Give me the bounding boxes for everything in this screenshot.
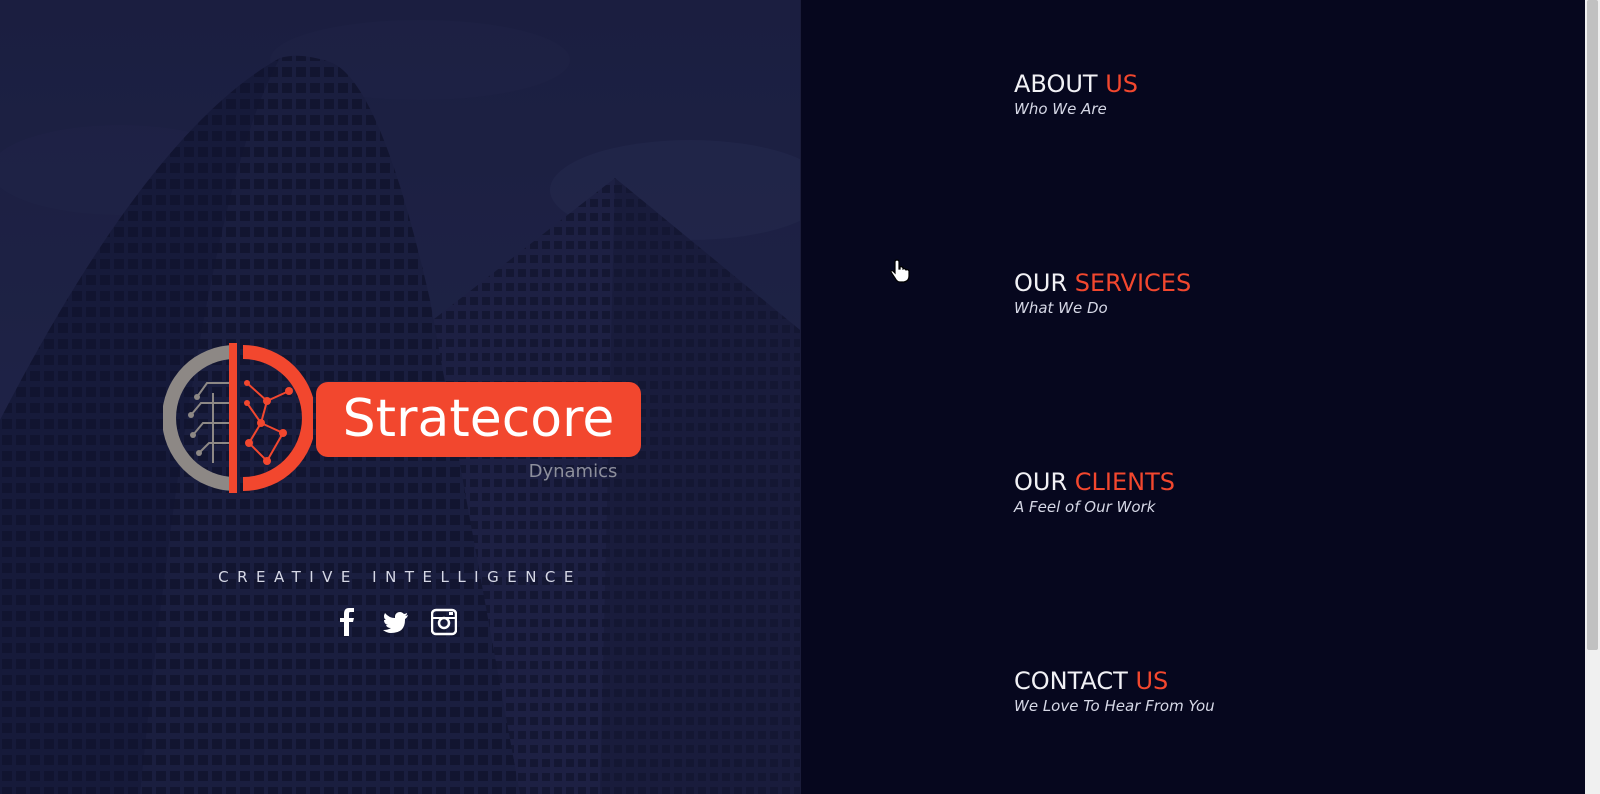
hand-cursor-icon bbox=[890, 259, 910, 283]
menu-item-subtitle: We Love To Hear From You bbox=[1014, 697, 1215, 715]
logo[interactable]: Stratecore Dynamics bbox=[163, 343, 643, 493]
menu-item-about[interactable]: ABOUT US Who We Are bbox=[1014, 70, 1138, 118]
menu-item-services[interactable]: OUR SERVICES What We Do bbox=[1014, 269, 1191, 317]
menu-item-clients[interactable]: OUR CLIENTS A Feel of Our Work bbox=[1014, 468, 1175, 516]
twitter-icon[interactable] bbox=[383, 608, 409, 636]
social-links bbox=[335, 605, 458, 639]
instagram-icon[interactable] bbox=[430, 608, 458, 636]
facebook-icon[interactable] bbox=[335, 608, 361, 636]
scrollbar[interactable] bbox=[1585, 0, 1600, 794]
logo-wordmark: Stratecore bbox=[316, 382, 641, 457]
hero-panel: Stratecore Dynamics CREATIVE INTELLIGENC… bbox=[0, 0, 800, 794]
scrollbar-thumb[interactable] bbox=[1587, 0, 1598, 650]
logo-mark-icon bbox=[163, 343, 313, 493]
tagline: CREATIVE INTELLIGENCE bbox=[218, 568, 582, 586]
menu-item-contact[interactable]: CONTACT US We Love To Hear From You bbox=[1014, 667, 1215, 715]
menu-item-title: OUR SERVICES bbox=[1014, 269, 1192, 297]
nav-menu: ABOUT US Who We Are OUR SERVICES What We… bbox=[801, 0, 1585, 794]
menu-item-title: ABOUT US bbox=[1014, 70, 1139, 98]
menu-item-subtitle: What We Do bbox=[1014, 299, 1108, 317]
menu-item-title: CONTACT US bbox=[1014, 667, 1169, 695]
menu-item-subtitle: Who We Are bbox=[1014, 100, 1107, 118]
page: Stratecore Dynamics CREATIVE INTELLIGENC… bbox=[0, 0, 1600, 794]
menu-item-subtitle: A Feel of Our Work bbox=[1014, 498, 1156, 516]
logo-subtitle: Dynamics bbox=[528, 461, 618, 482]
menu-item-title: OUR CLIENTS bbox=[1014, 468, 1175, 496]
